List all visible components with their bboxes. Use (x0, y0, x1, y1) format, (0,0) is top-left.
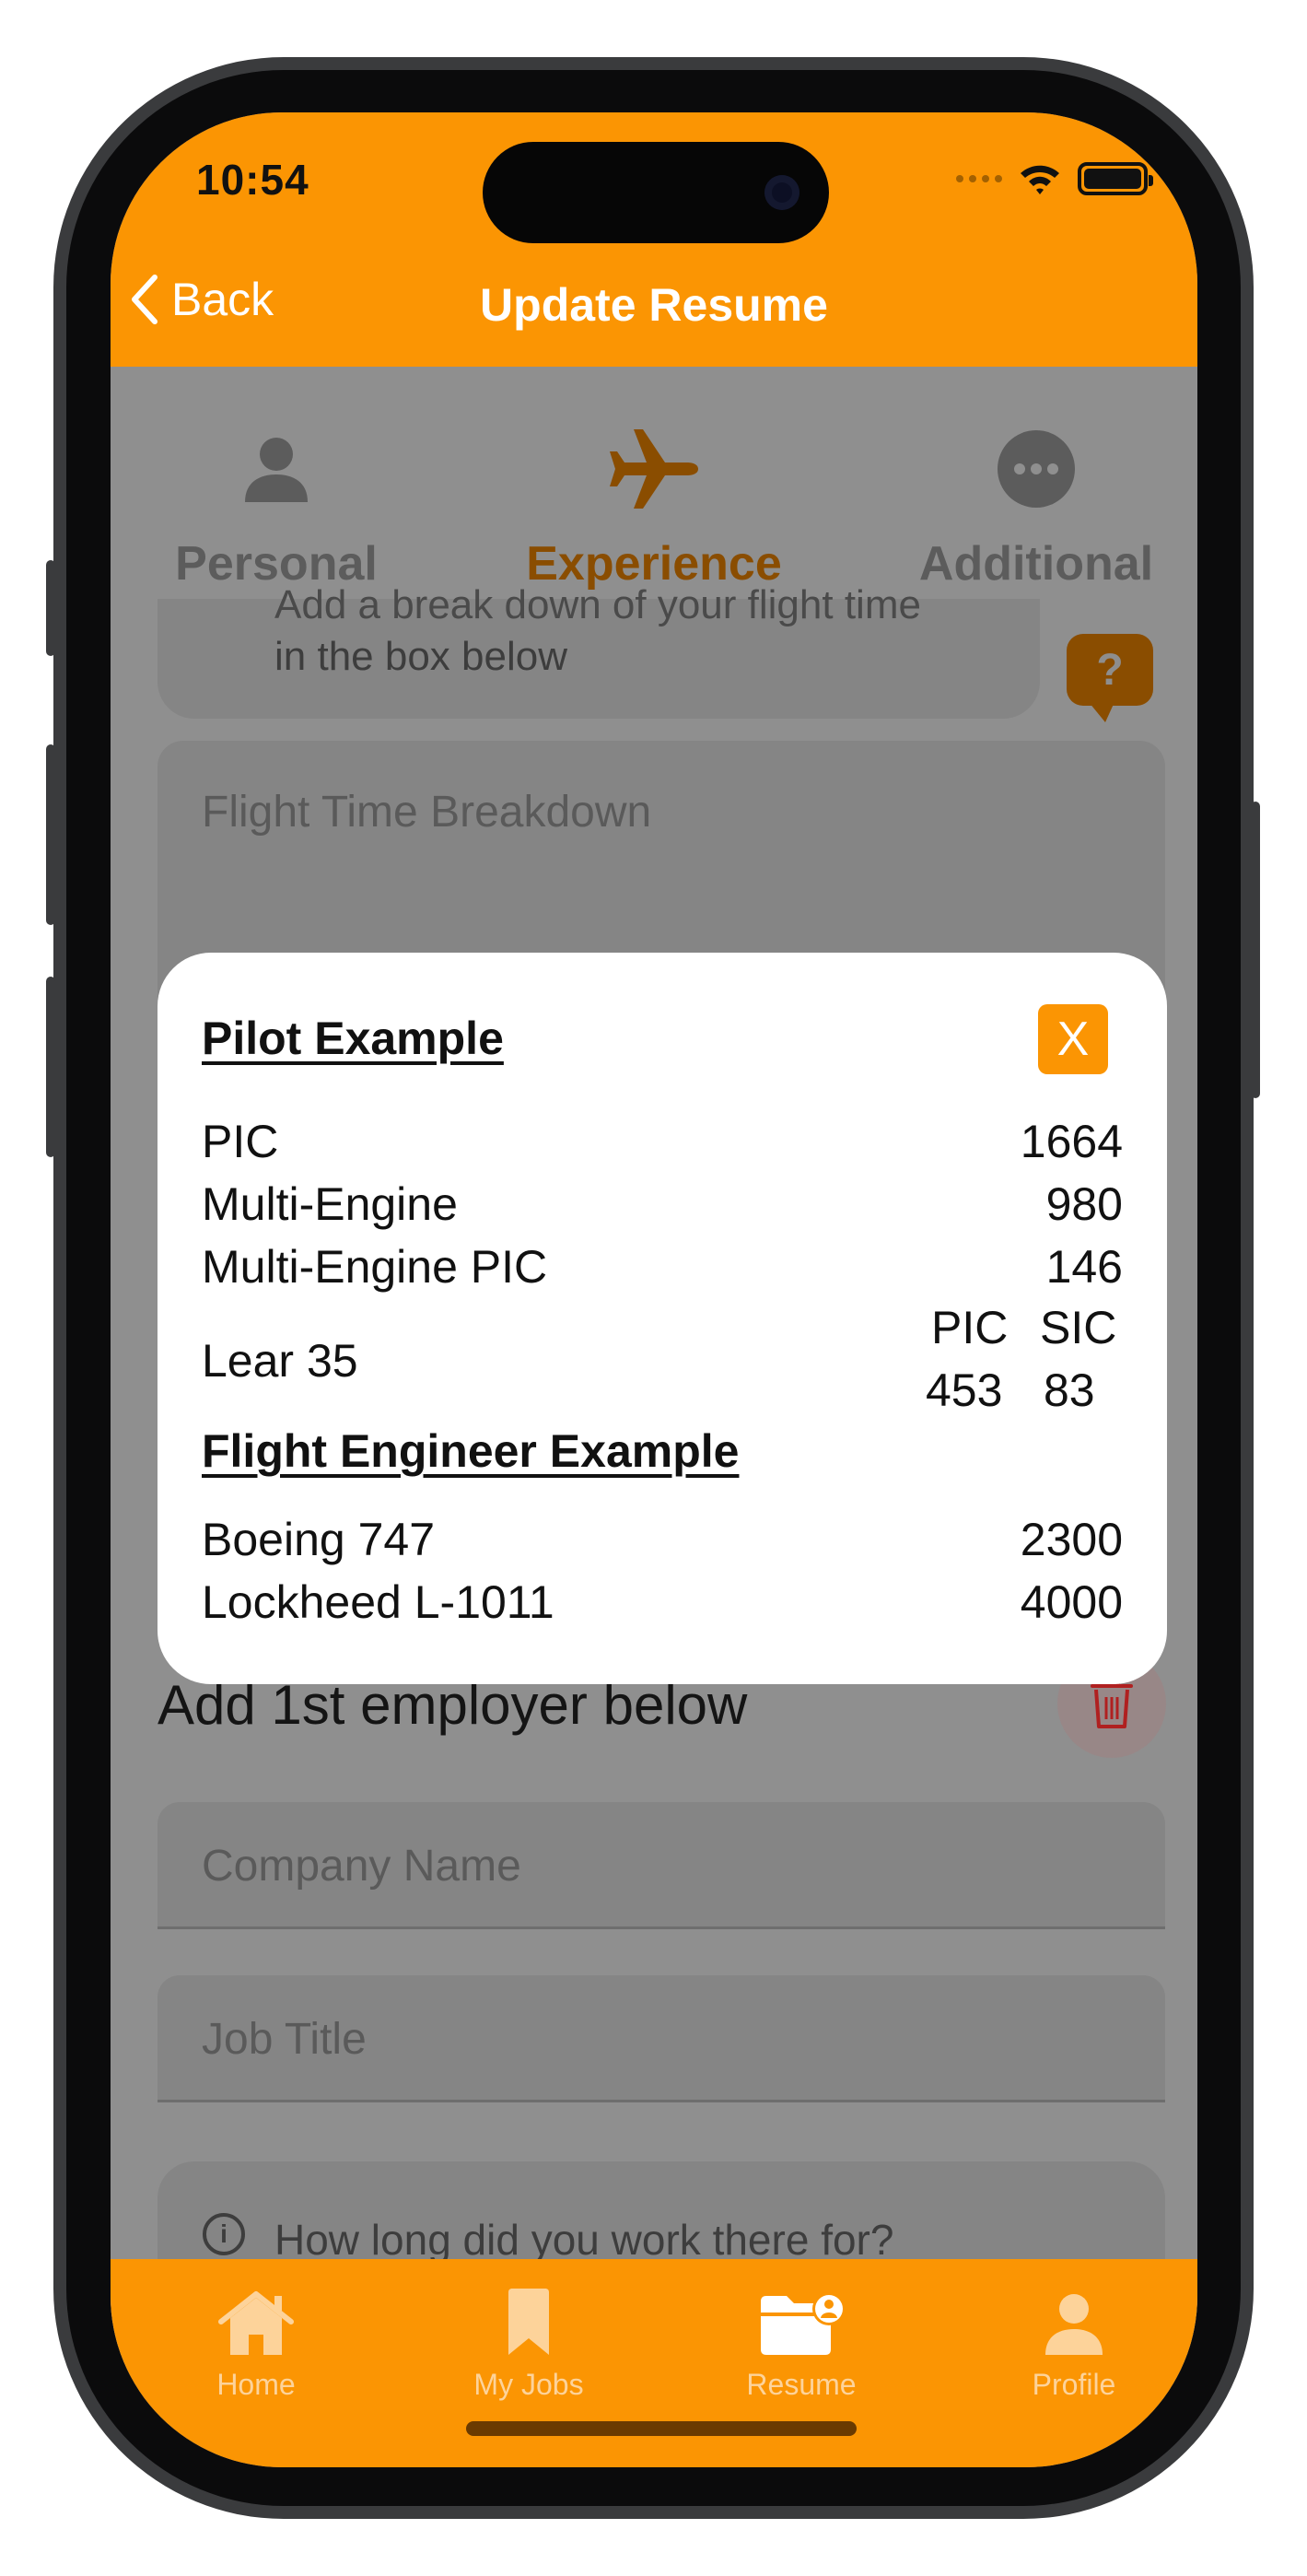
flight-time-placeholder: Flight Time Breakdown (202, 788, 652, 837)
action-button (46, 560, 55, 656)
step-personal[interactable]: Personal (111, 418, 442, 591)
battery-icon (1078, 162, 1153, 195)
step-additional[interactable]: Additional (870, 418, 1197, 591)
volume-up-button (46, 744, 55, 925)
hint-line-1: Add a break down of your flight time (274, 582, 921, 627)
wifi-icon (1021, 165, 1059, 194)
status-icons (956, 162, 1153, 195)
duration-question: How long did you work there for? (274, 2216, 894, 2264)
example-row: Lockheed L-1011 4000 (202, 1575, 1123, 1629)
pilot-example-heading: Pilot Example (202, 1013, 504, 1064)
tab-my-jobs[interactable]: My Jobs (418, 2277, 639, 2402)
flight-time-example-modal: Pilot Example X PIC 1664 Multi-Engine 98… (158, 953, 1167, 1684)
lear-sic-value: 83 (1044, 1364, 1095, 1416)
row-value: 1664 (1020, 1116, 1123, 1167)
lear-pic-value: 453 (926, 1364, 1003, 1416)
job-title-placeholder: Job Title (202, 2015, 367, 2064)
example-row: Multi-Engine 980 (202, 1177, 1123, 1231)
tab-resume[interactable]: Resume (691, 2277, 912, 2402)
person-icon (963, 2277, 1184, 2357)
row-value: 146 (1045, 1241, 1123, 1293)
example-row: Boeing 747 2300 (202, 1513, 1123, 1566)
info-icon: i (203, 2213, 245, 2255)
step-indicator: Personal Experience Additional (111, 367, 1197, 601)
page-title: Update Resume (480, 279, 828, 331)
person-icon (111, 418, 442, 520)
volume-down-button (46, 977, 55, 1157)
dynamic-island (483, 142, 829, 243)
trash-icon (1091, 1679, 1133, 1728)
hint-line-2: in the box below (274, 634, 567, 679)
row-value: 980 (1045, 1178, 1123, 1230)
row-label: Multi-Engine PIC (202, 1241, 548, 1293)
flight-engineer-example-heading: Flight Engineer Example (202, 1425, 740, 1477)
tab-label: Home (216, 2368, 296, 2401)
home-indicator[interactable] (466, 2421, 857, 2436)
tab-label: Resume (746, 2368, 857, 2401)
step-experience[interactable]: Experience (488, 418, 820, 591)
question-icon: ? (1096, 645, 1124, 695)
power-button (1251, 802, 1260, 1098)
camera-icon (764, 175, 799, 210)
status-time: 10:54 (196, 156, 309, 204)
tab-profile[interactable]: Profile (963, 2277, 1184, 2402)
folder-person-icon (691, 2277, 912, 2357)
screen: Personal Experience Additional Add a bre… (111, 112, 1197, 2467)
lear-sic-header: SIC (1040, 1302, 1117, 1353)
lear-pic-header: PIC (931, 1302, 1009, 1353)
row-value: 4000 (1020, 1576, 1123, 1628)
help-bubble-tail (1089, 702, 1114, 722)
tab-home[interactable]: Home (146, 2277, 367, 2402)
airplane-icon (488, 418, 820, 520)
tab-label: My Jobs (473, 2368, 584, 2401)
row-label: Multi-Engine (202, 1178, 458, 1230)
row-value: 2300 (1020, 1514, 1123, 1565)
ellipsis-circle-icon (870, 418, 1197, 520)
example-row: PIC 1664 (202, 1115, 1123, 1168)
row-label: Boeing 747 (202, 1514, 436, 1565)
house-icon (146, 2277, 367, 2357)
row-label: Lear 35 (202, 1335, 358, 1387)
help-button[interactable]: ? (1067, 634, 1153, 706)
cellular-signal-icon (956, 175, 1002, 182)
company-name-placeholder: Company Name (202, 1842, 521, 1891)
bookmark-icon (418, 2277, 639, 2357)
row-label: PIC (202, 1116, 279, 1167)
example-row: Multi-Engine PIC 146 (202, 1240, 1123, 1294)
tab-label: Profile (1032, 2368, 1116, 2401)
hint-text: Add a break down of your flight time in … (274, 582, 921, 680)
close-modal-button[interactable]: X (1038, 1004, 1108, 1074)
row-label: Lockheed L-1011 (202, 1576, 554, 1628)
